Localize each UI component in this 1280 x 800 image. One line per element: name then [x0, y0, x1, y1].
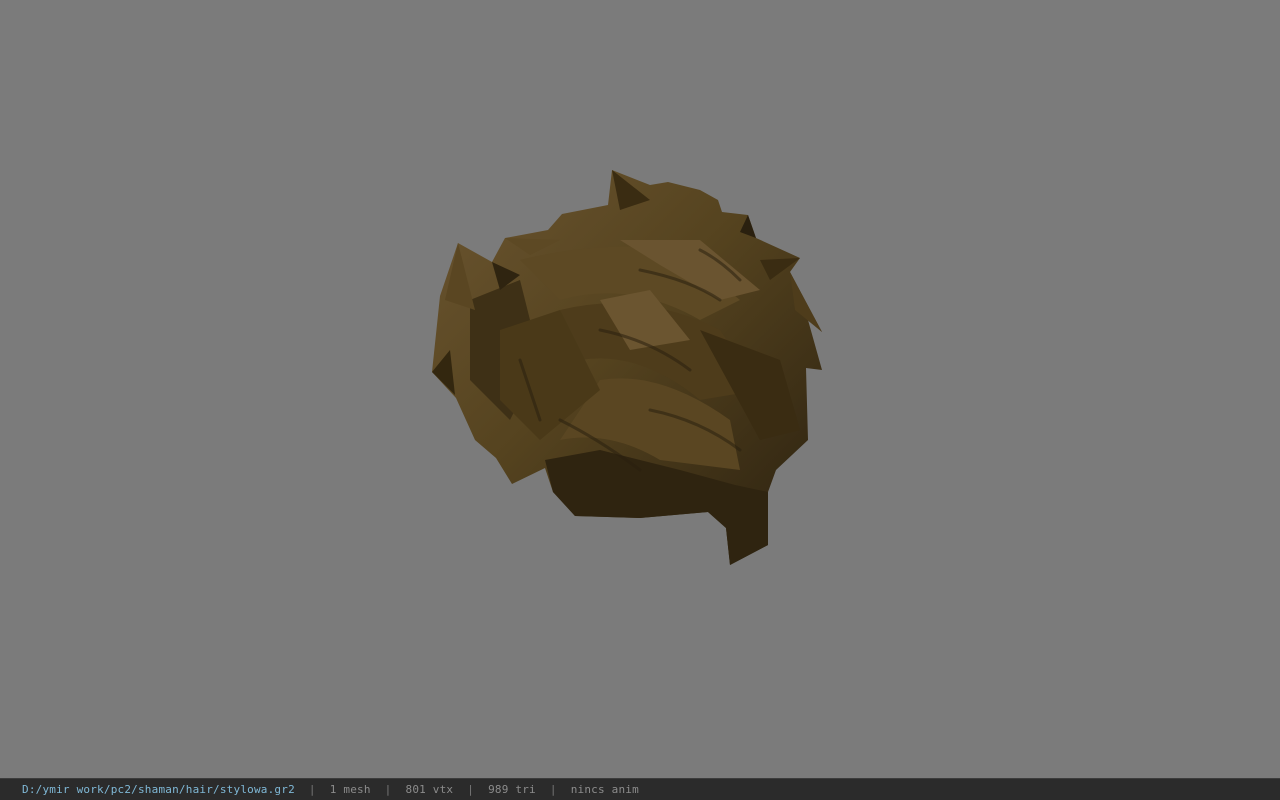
status-bar: D:/ymir work/pc2/shaman/hair/stylowa.gr2…	[0, 778, 1280, 800]
animation-status-label: nincs anim	[570, 783, 639, 796]
3d-viewport[interactable]	[0, 0, 1280, 778]
separator: |	[549, 783, 557, 796]
hair-model-render[interactable]	[0, 0, 1280, 778]
separator: |	[308, 783, 316, 796]
separator: |	[467, 783, 475, 796]
file-path-label: D:/ymir work/pc2/shaman/hair/stylowa.gr2	[22, 783, 295, 796]
mesh-count-label: 1 mesh	[329, 783, 371, 796]
vertex-count-label: 801 vtx	[405, 783, 454, 796]
triangle-count-label: 989 tri	[488, 783, 536, 796]
separator: |	[384, 783, 392, 796]
